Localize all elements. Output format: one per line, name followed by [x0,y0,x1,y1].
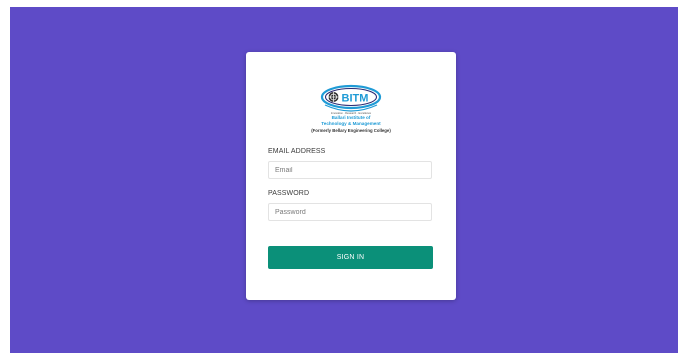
password-field[interactable] [268,203,432,221]
email-label: EMAIL ADDRESS [268,148,326,155]
institution-name-line1: Ballari Institute of [331,115,371,120]
email-field[interactable] [268,161,432,179]
institution-former-name: (Formerly Bellary Engineering College) [311,128,391,133]
logo-wordmark: BITM [342,93,369,105]
sign-in-button[interactable]: SIGN IN [268,246,433,269]
institution-name-line2: Technology & Management [321,121,381,126]
password-label: PASSWORD [268,190,310,197]
